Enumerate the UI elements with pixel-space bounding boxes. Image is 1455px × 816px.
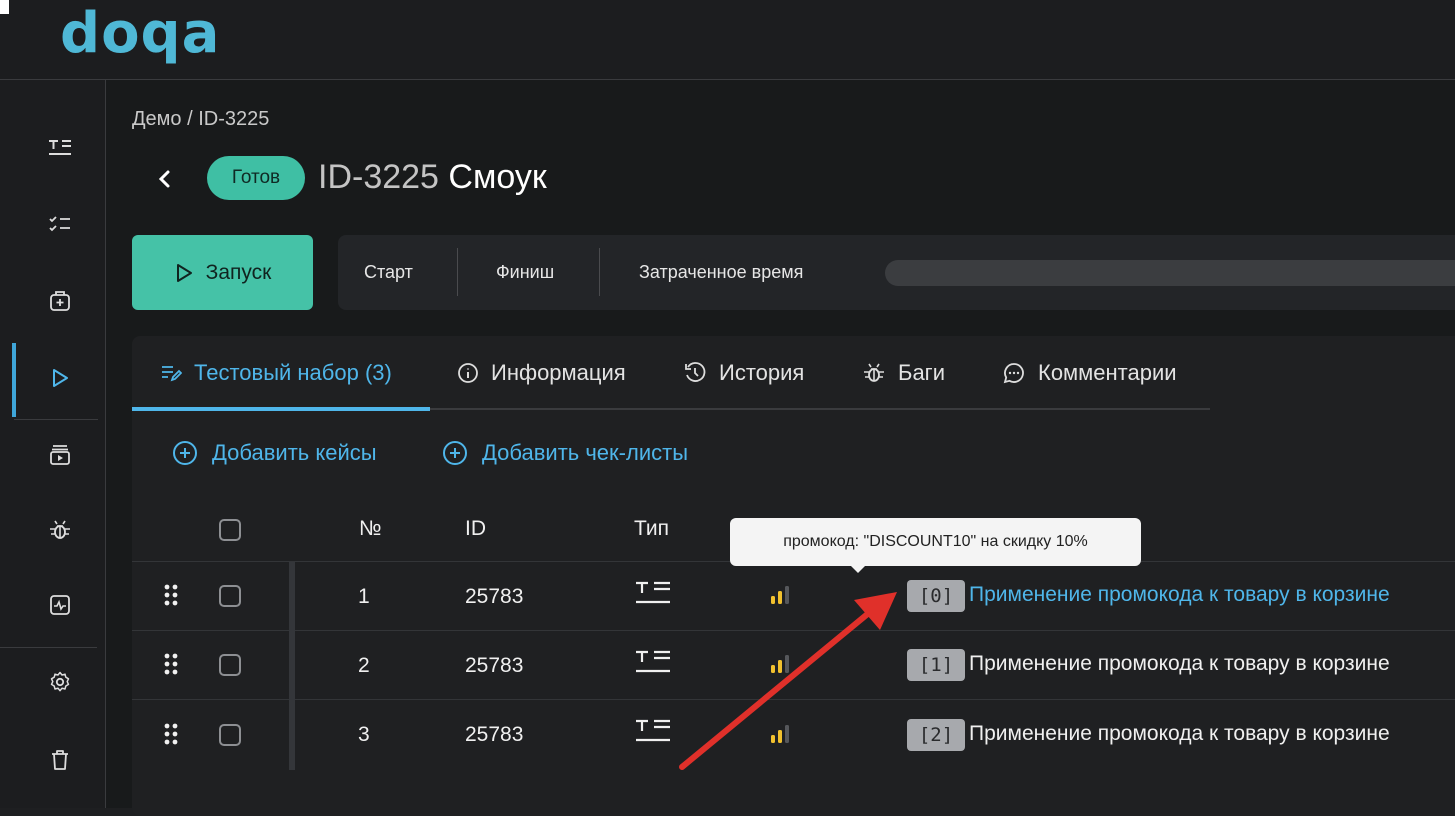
trash-icon — [52, 750, 68, 770]
bug-icon — [864, 363, 884, 382]
page-title: ID-3225 Смоук — [318, 158, 547, 197]
playlist-icon — [50, 445, 70, 465]
select-all-checkbox[interactable] — [219, 519, 241, 541]
priority-icon — [771, 725, 789, 743]
logo[interactable]: doqa — [60, 2, 220, 66]
sidebar-divider — [14, 419, 98, 420]
tab-label: Баги — [898, 360, 945, 385]
tab-bugs[interactable]: Баги — [862, 360, 945, 386]
row-checkbox[interactable] — [219, 654, 241, 676]
sidebar-item-playlist[interactable] — [42, 437, 78, 473]
row-id: 25783 — [465, 723, 524, 746]
sidebar-item-settings[interactable] — [42, 664, 78, 700]
case-name[interactable]: Применение промокода к товару в корзине — [969, 652, 1390, 676]
play-icon — [53, 369, 68, 387]
elapsed-label: Затраченное время — [639, 262, 804, 282]
info-icon — [458, 363, 478, 383]
variant-tag: [0] — [907, 580, 965, 612]
add-checklists-button[interactable]: Добавить чек-листы — [442, 440, 688, 466]
row-id: 25783 — [465, 654, 524, 677]
reports-icon — [50, 595, 70, 615]
sidebar-divider — [0, 647, 97, 648]
bug-icon — [50, 520, 70, 539]
test-case-type-icon — [636, 650, 670, 673]
tab-label: Комментарии — [1038, 360, 1177, 385]
sidebar-item-test-cases[interactable] — [42, 130, 78, 166]
add-cases-button[interactable]: Добавить кейсы — [172, 440, 377, 466]
run-button-label: Запуск — [205, 260, 272, 284]
variant-tag: [2] — [907, 719, 965, 751]
row-num: 3 — [358, 723, 370, 746]
row-checkbox[interactable] — [219, 585, 241, 607]
sidebar-item-trash[interactable] — [42, 742, 78, 778]
history-icon — [685, 362, 706, 382]
gear-icon — [50, 671, 70, 692]
row-id: 25783 — [465, 585, 524, 608]
active-tab-underline — [132, 407, 430, 411]
tab-history[interactable]: История — [683, 360, 804, 386]
play-icon — [176, 263, 192, 282]
corner-marker — [0, 0, 9, 14]
sidebar-active-indicator — [12, 343, 16, 417]
row-num: 1 — [358, 585, 370, 608]
case-name[interactable]: Применение промокода к товару в корзине — [969, 722, 1390, 746]
test-case-type-icon — [636, 719, 670, 742]
row-num: 2 — [358, 654, 370, 677]
sidebar — [0, 80, 106, 808]
add-plan-icon — [50, 291, 70, 311]
row-divider — [132, 699, 1455, 700]
add-cases-label: Добавить кейсы — [212, 440, 377, 465]
tab-label: Тестовый набор (3) — [194, 360, 392, 385]
column-header-num[interactable]: № — [359, 517, 382, 541]
run-name: Смоук — [448, 158, 547, 196]
case-name-link[interactable]: Применение промокода к товару в корзине — [969, 583, 1390, 607]
status-badge: Готов — [207, 156, 305, 200]
add-checklists-label: Добавить чек-листы — [482, 440, 689, 465]
row-divider — [132, 630, 1455, 631]
sidebar-item-add-plan[interactable] — [42, 283, 78, 319]
tab-comments[interactable]: Комментарии — [1002, 360, 1177, 386]
progress-bar — [885, 260, 1455, 286]
breadcrumb[interactable]: Демо / ID-3225 — [132, 108, 269, 131]
tab-test-set[interactable]: Тестовый набор (3) — [160, 360, 392, 386]
finish-label: Финиш — [496, 262, 555, 282]
list-edit-icon — [162, 366, 182, 382]
tooltip: промокод: "DISCOUNT10" на скидку 10% — [730, 518, 1141, 573]
test-cases-icon — [49, 140, 71, 155]
test-case-type-icon — [636, 581, 670, 604]
priority-icon — [771, 655, 789, 673]
column-header-id[interactable]: ID — [465, 517, 486, 541]
variant-tag: [1] — [907, 649, 965, 681]
run-id: ID-3225 — [318, 158, 439, 196]
top-bar: doqa — [0, 0, 1455, 80]
plus-circle-icon — [443, 441, 467, 465]
timing-divider — [599, 248, 600, 296]
row-checkbox[interactable] — [219, 724, 241, 746]
chevron-left-icon — [158, 170, 170, 188]
sidebar-item-checklists[interactable] — [42, 206, 78, 242]
back-button[interactable] — [152, 164, 178, 194]
start-label: Старт — [364, 262, 413, 282]
run-button[interactable]: Запуск — [132, 235, 313, 310]
priority-icon — [771, 586, 789, 604]
sidebar-item-reports[interactable] — [42, 587, 78, 623]
column-divider — [289, 562, 295, 770]
column-header-type[interactable]: Тип — [634, 517, 669, 541]
plus-circle-icon — [173, 441, 197, 465]
comment-icon — [1003, 363, 1024, 384]
drag-handle-icon[interactable] — [163, 584, 179, 606]
sidebar-item-bugs[interactable] — [42, 512, 78, 548]
tab-label: Информация — [491, 360, 626, 385]
checklists-icon — [49, 216, 70, 232]
sidebar-item-runs[interactable] — [42, 360, 78, 396]
timing-divider — [457, 248, 458, 296]
drag-handle-icon[interactable] — [163, 653, 179, 675]
drag-handle-icon[interactable] — [163, 723, 179, 745]
tab-info[interactable]: Информация — [457, 360, 626, 386]
tab-label: История — [719, 360, 805, 385]
